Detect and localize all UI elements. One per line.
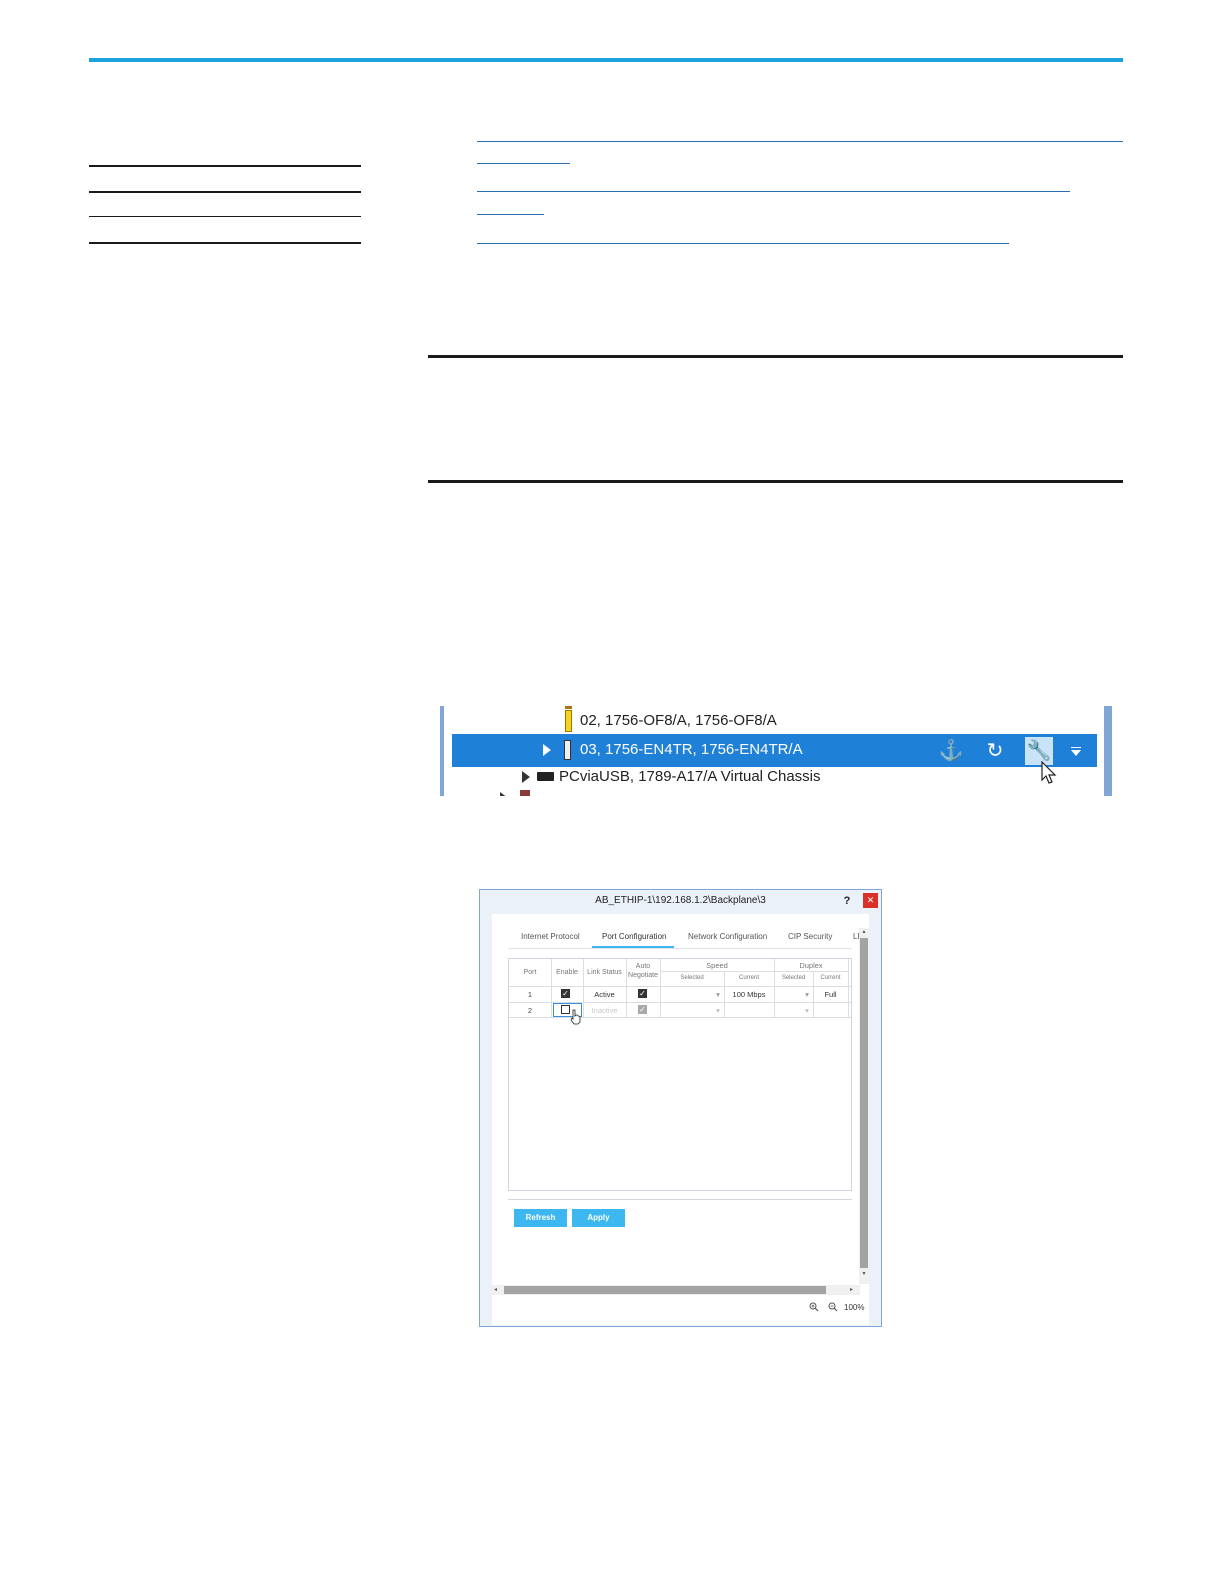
tab-strip-rule xyxy=(508,948,852,949)
link-underline-1a[interactable] xyxy=(477,141,1123,142)
header-rule xyxy=(89,58,1123,62)
header-speed: Speed xyxy=(706,961,728,970)
row1-speed-current: 100 Mbps xyxy=(732,990,766,999)
col-sep xyxy=(551,959,552,1018)
scroll-right-arrow-icon[interactable]: ▸ xyxy=(850,1285,858,1295)
scroll-down-arrow-icon[interactable]: ▾ xyxy=(860,1270,868,1278)
scroll-left-arrow-icon[interactable]: ◂ xyxy=(494,1285,502,1295)
link-underline-1b[interactable] xyxy=(477,163,570,164)
header-auto: Auto xyxy=(635,963,651,970)
row1-link-status: Active xyxy=(594,990,615,999)
header-speed-current: Current xyxy=(738,975,759,981)
row2-speed-selected-dropdown[interactable]: ▾ xyxy=(714,1006,722,1015)
usb-chassis-icon xyxy=(537,772,554,781)
row-sep xyxy=(509,1017,851,1018)
header-link-status: Link Status xyxy=(587,969,622,976)
apply-button[interactable]: Apply xyxy=(572,1209,625,1227)
port-configuration-table: Port Enable Link Status Auto Negotiate S… xyxy=(508,958,852,1191)
dropdown-icon[interactable] xyxy=(1071,750,1081,756)
row1-enable-checkbox[interactable]: ✓ xyxy=(561,989,570,998)
module-icon-partial xyxy=(565,706,572,709)
zoom-level: 100% xyxy=(844,1303,865,1312)
row1-speed-selected-dropdown[interactable]: ▾ xyxy=(714,990,722,999)
tree-item-03-label[interactable]: 03, 1756-EN4TR, 1756-EN4TR/A xyxy=(580,741,803,758)
row-sep xyxy=(660,971,848,972)
module-en4tr-icon xyxy=(564,740,571,760)
header-speed-selected: Selected xyxy=(680,975,704,981)
row2-duplex-selected-dropdown[interactable]: ▾ xyxy=(803,1006,811,1015)
col-sep xyxy=(848,959,849,1018)
tree-item-02[interactable]: 02, 1756-OF8/A, 1756-OF8/A xyxy=(580,712,777,729)
tab-cip-security[interactable]: CIP Security xyxy=(788,932,832,941)
dialog-title: AB_ETHIP-1\192.168.1.2\Backplane\3 xyxy=(595,895,766,906)
close-button[interactable]: ✕ xyxy=(863,893,878,908)
scroll-up-arrow-icon[interactable]: ▴ xyxy=(860,928,868,936)
row2-enable-checkbox[interactable] xyxy=(561,1005,570,1014)
expand-arrow-icon-pcviausb[interactable] xyxy=(522,771,530,783)
expand-arrow-icon[interactable] xyxy=(543,744,551,756)
vertical-scrollbar-thumb[interactable] xyxy=(860,938,868,1268)
dropdown-bar xyxy=(1071,747,1081,748)
help-button[interactable]: ? xyxy=(840,894,854,908)
header-duplex-current: Current xyxy=(820,975,841,981)
link-underline-3[interactable] xyxy=(477,243,1009,244)
horizontal-scrollbar-thumb[interactable] xyxy=(504,1286,826,1294)
device-icon-partial xyxy=(520,790,530,796)
row1-auto-negotiate-checkbox[interactable]: ✓ xyxy=(638,989,647,998)
row2-link-status: Inactive xyxy=(591,1006,618,1015)
link-underline-2a[interactable] xyxy=(477,191,1070,192)
button-bar-rule xyxy=(508,1199,852,1200)
mouse-pointer-icon xyxy=(1041,761,1057,784)
anchor-icon[interactable]: ⚓ xyxy=(937,737,965,765)
row2-port: 2 xyxy=(527,1006,533,1015)
hand-pointer-icon xyxy=(570,1009,581,1025)
sidebar-rule-1 xyxy=(89,165,361,167)
module-configuration-dialog: AB_ETHIP-1\192.168.1.2\Backplane\3 ? ✕ I… xyxy=(479,889,882,1327)
tab-port-configuration[interactable]: Port Configuration xyxy=(602,932,666,941)
zoom-in-icon[interactable] xyxy=(809,1302,819,1312)
zoom-out-icon[interactable] xyxy=(828,1302,838,1312)
sidebar-rule-2 xyxy=(89,191,361,193)
module-yellow-icon xyxy=(565,710,572,732)
row2-auto-negotiate-checkbox[interactable]: ✓ xyxy=(638,1005,647,1014)
tab-network-configuration[interactable]: Network Configuration xyxy=(688,932,767,941)
important-top-rule xyxy=(428,355,1123,358)
header-duplex-selected: Selected xyxy=(781,975,806,981)
header-duplex: Duplex xyxy=(799,961,823,970)
refresh-button[interactable]: Refresh xyxy=(514,1209,567,1227)
expand-arrow-icon-partial[interactable] xyxy=(500,792,508,796)
tab-internet-protocol[interactable]: Internet Protocol xyxy=(521,932,580,941)
controller-organizer-screenshot: 02, 1756-OF8/A, 1756-OF8/A 03, 1756-EN4T… xyxy=(440,706,1112,796)
sidebar-rule-3 xyxy=(89,216,361,217)
important-bottom-rule xyxy=(428,480,1123,483)
dialog-body: Internet Protocol Port Configuration Net… xyxy=(492,914,869,1285)
dialog-footer: ◂ ▸ 100% xyxy=(492,1285,869,1325)
row-sep xyxy=(509,986,851,987)
link-underline-2b[interactable] xyxy=(477,214,544,215)
header-port: Port xyxy=(523,969,537,976)
tree-item-pcviausb[interactable]: PCviaUSB, 1789-A17/A Virtual Chassis xyxy=(559,768,821,785)
refresh-icon[interactable]: ↻ xyxy=(981,737,1009,765)
tree-left-border xyxy=(440,706,444,796)
row1-duplex-selected-dropdown[interactable]: ▾ xyxy=(803,990,811,999)
sidebar-rule-4 xyxy=(89,242,361,244)
tree-right-border xyxy=(1104,706,1112,796)
header-enable: Enable xyxy=(556,969,578,976)
row1-port: 1 xyxy=(527,990,533,999)
header-negotiate: Negotiate xyxy=(628,972,658,979)
row1-duplex-current: Full xyxy=(824,990,837,999)
